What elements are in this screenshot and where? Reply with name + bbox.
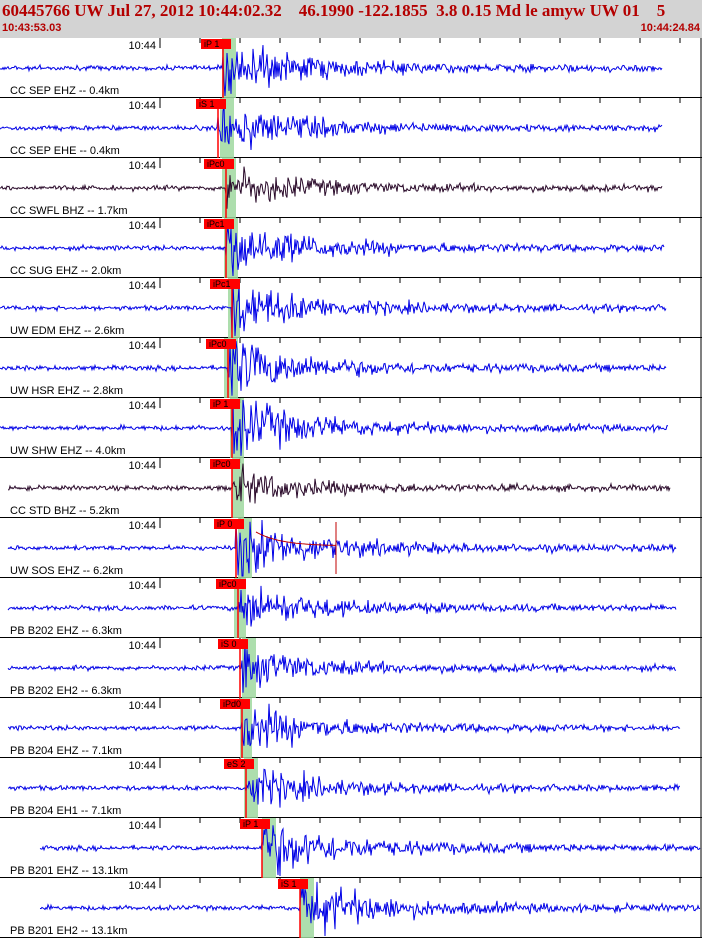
station-label: CC STD BHZ -- 5.2km <box>10 505 119 517</box>
trace-row[interactable]: 10:44 iP 0 UW SOS EHZ -- 6.2km <box>0 518 702 578</box>
station-label: UW SOS EHZ -- 6.2km <box>10 565 123 577</box>
station-label: CC SUG EHZ -- 2.0km <box>10 265 121 277</box>
time-tick-label: 10:44 <box>128 880 156 892</box>
event-title: 60445766 UW Jul 27, 2012 10:44:02.32 46.… <box>2 1 666 20</box>
station-label: CC SEP EHE -- 0.4km <box>10 145 120 157</box>
pick-label[interactable]: iP 1 <box>213 399 228 409</box>
waveform <box>7 585 677 627</box>
station-label: PB B201 EH2 -- 13.1km <box>10 925 127 937</box>
pick-label[interactable]: iS 1 <box>281 879 297 889</box>
trace-row[interactable]: 10:44 iPc0 UW HSR EHZ -- 2.8km <box>0 338 702 398</box>
pick-label[interactable]: iP 1 <box>204 39 219 49</box>
time-tick-label: 10:44 <box>128 100 156 112</box>
station-label: PB B202 EH2 -- 6.3km <box>10 685 121 697</box>
station-label: CC SWFL BHZ -- 1.7km <box>10 205 128 217</box>
window-end-time: 10:44:24.84 <box>640 22 700 34</box>
station-label: PB B204 EH1 -- 7.1km <box>10 805 121 817</box>
pick-label[interactable]: eS 2 <box>227 759 246 769</box>
station-label: UW EDM EHZ -- 2.6km <box>10 325 124 337</box>
station-label: PB B201 EHZ -- 13.1km <box>10 865 128 877</box>
station-label: PB B202 EHZ -- 6.3km <box>10 625 122 637</box>
seismogram-panel[interactable]: 10:44 iP 1 CC SEP EHZ -- 0.4km 10:44 iS 1 CC … <box>0 38 702 938</box>
pick-label[interactable]: iPc1 <box>207 219 225 229</box>
trace-row[interactable]: 10:44 eS 2 PB B204 EH1 -- 7.1km <box>0 758 702 818</box>
station-label: PB B204 EHZ -- 7.1km <box>10 745 122 757</box>
pick-label[interactable]: iPc0 <box>219 579 237 589</box>
time-tick-label: 10:44 <box>128 160 156 172</box>
trace-row[interactable]: 10:44 iP 1 UW SHW EHZ -- 4.0km <box>0 398 702 458</box>
pick-label[interactable]: iPc0 <box>213 459 231 469</box>
trace-row[interactable]: 10:44 iPc0 CC SWFL BHZ -- 1.7km <box>0 158 702 218</box>
pick-label[interactable]: iPc1 <box>213 279 231 289</box>
pick-label[interactable]: iPc0 <box>207 159 225 169</box>
time-tick-label: 10:44 <box>128 700 156 712</box>
station-label: UW HSR EHZ -- 2.8km <box>10 385 123 397</box>
trace-row[interactable]: 10:44 iPc1 CC SUG EHZ -- 2.0km <box>0 218 702 278</box>
pick-label[interactable]: iS 1 <box>199 99 215 109</box>
trace-row[interactable]: 10:44 iPc0 PB B202 EHZ -- 6.3km <box>0 578 702 638</box>
trace-row[interactable]: 10:44 iPd0 PB B204 EHZ -- 7.1km <box>0 698 702 758</box>
time-tick-label: 10:44 <box>128 340 156 352</box>
pick-label[interactable]: iS 0 <box>221 639 237 649</box>
time-tick-label: 10:44 <box>128 220 156 232</box>
time-tick-label: 10:44 <box>128 520 156 532</box>
trace-row[interactable]: 10:44 iS 1 CC SEP EHE -- 0.4km <box>0 98 702 158</box>
waveform <box>7 768 681 808</box>
waveform <box>7 463 671 504</box>
time-tick-label: 10:44 <box>128 580 156 592</box>
trace-row[interactable]: 10:44 iS 0 PB B202 EH2 -- 6.3km <box>0 638 702 698</box>
trace-row[interactable]: 10:44 iP 1 CC SEP EHZ -- 0.4km <box>0 38 702 98</box>
station-label: UW SHW EHZ -- 4.0km <box>10 445 126 457</box>
station-label: CC SEP EHZ -- 0.4km <box>10 85 119 97</box>
time-tick-label: 10:44 <box>128 460 156 472</box>
trace-row[interactable]: 10:44 iPc1 UW EDM EHZ -- 2.6km <box>0 278 702 338</box>
trace-row[interactable]: 10:44 iP 1 PB B201 EHZ -- 13.1km <box>0 818 702 878</box>
pick-label[interactable]: iP 1 <box>243 819 258 829</box>
time-tick-label: 10:44 <box>128 820 156 832</box>
pick-label[interactable]: iPd0 <box>223 699 241 709</box>
event-header: 60445766 UW Jul 27, 2012 10:44:02.32 46.… <box>0 0 702 38</box>
trace-row[interactable]: 10:44 iS 1 PB B201 EH2 -- 13.1km <box>0 878 702 938</box>
time-tick-label: 10:44 <box>128 400 156 412</box>
waveform <box>7 703 681 748</box>
time-tick-label: 10:44 <box>128 760 156 772</box>
pick-label[interactable]: iP 0 <box>217 519 232 529</box>
trace-row[interactable]: 10:44 iPc0 CC STD BHZ -- 5.2km <box>0 458 702 518</box>
time-tick-label: 10:44 <box>128 280 156 292</box>
pick-label[interactable]: iPc0 <box>209 339 227 349</box>
time-tick-label: 10:44 <box>128 640 156 652</box>
window-start-time: 10:43:53.03 <box>2 22 62 34</box>
time-tick-label: 10:44 <box>128 40 156 52</box>
waveform <box>0 166 663 209</box>
waveform <box>0 104 663 151</box>
